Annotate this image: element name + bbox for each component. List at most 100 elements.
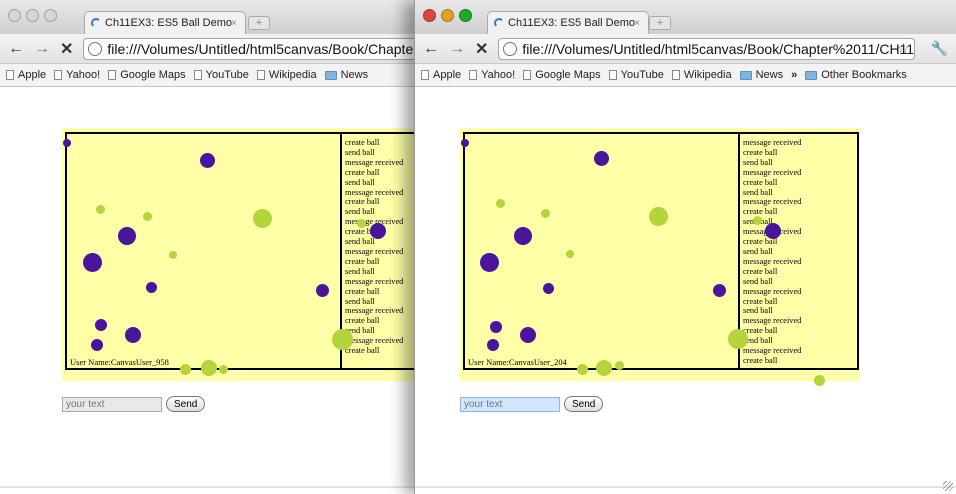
back-arrow-icon[interactable]: ← <box>8 40 24 58</box>
log-line: message received <box>743 167 802 177</box>
ball <box>219 365 228 374</box>
ball <box>146 282 157 293</box>
log-line: message received <box>743 227 802 237</box>
log-line: create ball <box>345 138 380 147</box>
bookmark-yahoo[interactable]: Yahoo! <box>469 69 515 81</box>
new-tab-button[interactable]: + <box>248 16 270 30</box>
zoom-window-button[interactable] <box>459 9 472 22</box>
loading-spinner-icon <box>91 18 101 28</box>
bookmarks-bar: Apple Yahoo! Google Maps YouTube Wikiped… <box>0 64 419 87</box>
new-tab-button[interactable]: + <box>649 16 671 30</box>
bookmark-news[interactable]: News <box>324 69 369 81</box>
log-line: send ball <box>345 296 375 306</box>
bookmark-label: News <box>340 69 369 81</box>
log-line: message received <box>743 346 802 356</box>
toolbar: ← → ✕ file:///Volumes/Untitled/html5canv… <box>0 34 419 64</box>
bookmark-google-maps[interactable]: Google Maps <box>523 69 601 81</box>
bookmark-yahoo[interactable]: Yahoo! <box>54 69 100 81</box>
send-button[interactable]: Send <box>166 396 206 412</box>
chat-form: Send <box>62 396 206 412</box>
bookmark-label: Google Maps <box>120 69 186 81</box>
browser-window-right: Ch11EX3: ES5 Ball Demo × + ← → ✕ file://… <box>414 0 956 494</box>
log-line: message received <box>743 138 802 147</box>
bookmark-label: YouTube <box>205 69 249 81</box>
ball <box>480 253 499 272</box>
log-line: send ball <box>345 266 375 276</box>
bottom-edge <box>415 486 956 488</box>
more-bookmarks-chevron-icon[interactable]: » <box>791 69 797 81</box>
log-line: send ball <box>345 207 375 217</box>
ball <box>143 212 152 221</box>
ball <box>496 199 505 208</box>
globe-icon <box>88 41 103 56</box>
bookmark-wikipedia[interactable]: Wikipedia <box>256 69 317 81</box>
ball-canvas[interactable]: message received create ball send ball m… <box>460 128 861 386</box>
log-line: create ball <box>345 316 380 326</box>
bookmark-other[interactable]: Other Bookmarks <box>805 69 907 81</box>
log-line: send ball <box>345 237 375 247</box>
message-input[interactable] <box>460 396 560 412</box>
zoom-window-button[interactable] <box>44 9 57 22</box>
ball <box>490 321 502 333</box>
stop-icon[interactable]: ✕ <box>475 39 488 59</box>
wrench-icon[interactable]: 🔧 <box>931 40 948 57</box>
tab-close-icon[interactable]: × <box>231 18 237 29</box>
send-button[interactable]: Send <box>564 396 604 412</box>
ball <box>316 284 329 297</box>
ball <box>357 219 366 228</box>
ball <box>91 339 103 351</box>
forward-arrow-icon[interactable]: → <box>449 40 465 58</box>
address-bar[interactable]: file:///Volumes/Untitled/html5canvas/Boo… <box>498 37 915 60</box>
stop-icon[interactable]: ✕ <box>60 39 73 59</box>
close-window-button[interactable] <box>423 9 436 22</box>
browser-tab[interactable]: Ch11EX3: ES5 Ball Demo × <box>487 11 649 34</box>
log-line: create ball <box>743 266 778 276</box>
browser-tab[interactable]: Ch11EX3: ES5 Ball Demo × <box>84 11 246 34</box>
username-label: User Name:CanvasUser_958 <box>70 357 169 367</box>
log-line: message received <box>743 197 802 207</box>
address-bar[interactable]: file:///Volumes/Untitled/html5canvas/Boo… <box>83 37 419 60</box>
log-line: send ball <box>743 306 773 316</box>
log-line: create ball <box>345 286 380 296</box>
bookmark-youtube[interactable]: YouTube <box>193 69 249 81</box>
tab-close-icon[interactable]: × <box>634 18 640 29</box>
forward-arrow-icon[interactable]: → <box>34 40 50 58</box>
bookmark-apple[interactable]: Apple <box>6 69 46 81</box>
tab-title: Ch11EX3: ES5 Ball Demo <box>508 17 635 29</box>
address-text: file:///Volumes/Untitled/html5canvas/Boo… <box>522 40 915 57</box>
close-window-button[interactable] <box>8 9 21 22</box>
log-line: create ball <box>743 147 778 157</box>
log-line: message received <box>345 187 404 197</box>
bookmark-google-maps[interactable]: Google Maps <box>108 69 186 81</box>
bottom-edge <box>0 486 419 488</box>
tab-title: Ch11EX3: ES5 Ball Demo <box>105 17 232 29</box>
bookmark-label: Yahoo! <box>66 69 101 81</box>
page-icon <box>193 70 202 80</box>
log-line: create ball <box>743 207 778 217</box>
title-bar: Ch11EX3: ES5 Ball Demo × + <box>415 0 956 34</box>
minimize-window-button[interactable] <box>26 9 39 22</box>
ball <box>541 209 550 218</box>
bookmark-youtube[interactable]: YouTube <box>608 69 664 81</box>
toolbar: ← → ✕ file:///Volumes/Untitled/html5canv… <box>415 34 956 64</box>
back-arrow-icon[interactable]: ← <box>423 40 439 58</box>
log-line: message received <box>345 246 404 256</box>
log-line: send ball <box>743 336 773 346</box>
log-line: send ball <box>345 147 375 157</box>
resize-grip-icon[interactable] <box>943 481 953 491</box>
chat-form: Send <box>460 396 604 412</box>
message-input[interactable] <box>62 396 162 412</box>
loading-spinner-icon <box>494 18 504 28</box>
message-log: message received create ball send ball m… <box>743 138 861 366</box>
star-icon[interactable]: ☆ <box>897 40 910 57</box>
bookmark-news[interactable]: News <box>739 69 783 81</box>
log-line: create ball <box>345 167 380 177</box>
bookmark-apple[interactable]: Apple <box>421 69 461 81</box>
page-icon <box>6 70 14 80</box>
ball-canvas[interactable]: create ball send ball message received c… <box>62 128 419 381</box>
bookmark-label: Wikipedia <box>268 69 317 81</box>
ball <box>765 223 781 239</box>
ball <box>96 205 105 214</box>
minimize-window-button[interactable] <box>441 9 454 22</box>
bookmark-wikipedia[interactable]: Wikipedia <box>671 69 732 81</box>
